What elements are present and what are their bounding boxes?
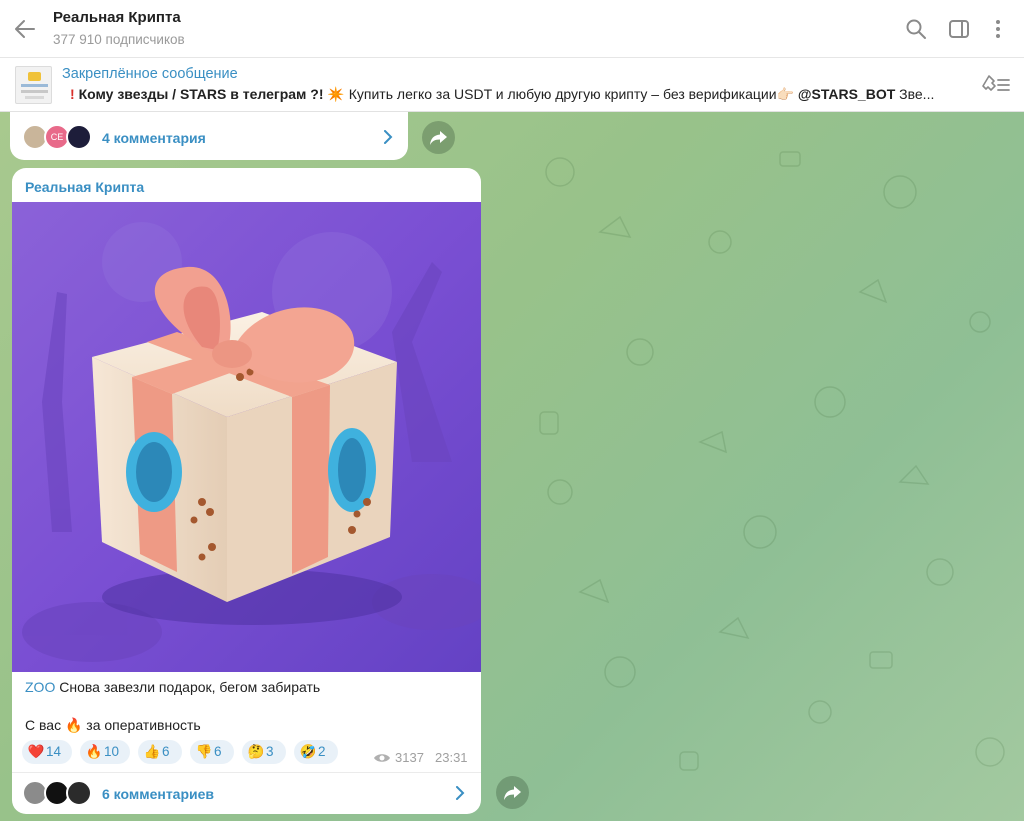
reaction-heart[interactable]: ❤️ 14 [22,740,72,764]
post-author[interactable]: Реальная Крипта [25,179,144,195]
post-image-gift-box[interactable] [12,202,481,672]
chat-header: Реальная Крипта 377 910 подписчиков [0,0,1024,58]
forward-button[interactable] [496,776,529,809]
channel-post: Реальная Крипта ZOO Снова завезли подаро… [12,168,481,814]
pinned-text-tail: Зве... [899,86,935,102]
view-count: 3137 [395,750,424,765]
pinned-text-bold: Кому звезды / STARS в телеграм ?! [78,86,324,102]
post-text-start: С вас [25,717,62,733]
heart-icon: ❤️ [27,744,45,759]
channel-title[interactable]: Реальная Крипта [53,9,181,26]
comments-link[interactable]: 4 комментария [102,130,206,146]
post-text: Снова завезли подарок, бегом забирать [59,679,321,695]
reaction-thumbs-down[interactable]: 👎 6 [190,740,234,764]
forward-button[interactable] [422,121,455,154]
thumbs-down-icon: 👎 [195,744,213,759]
pointing-hand-icon: 👉🏻 [776,86,794,102]
pinned-text[interactable]: ! Кому звезды / STARS в телеграм ?! ✴️ К… [70,86,965,103]
reaction-count: 6 [162,744,170,759]
fire-icon: 🔥 [85,744,103,759]
chevron-right-icon [456,786,465,800]
subscriber-count: 377 910 подписчиков [53,32,185,47]
chevron-right-icon [384,130,393,144]
reaction-count: 14 [46,744,62,759]
post-text-line2: С вас 🔥 за оперативность [25,717,201,734]
post-time: 23:31 [435,750,468,765]
pinned-title[interactable]: Закреплённое сообщение [62,66,238,82]
search-icon[interactable] [904,17,928,41]
reaction-fire[interactable]: 🔥 10 [80,740,130,764]
reaction-count: 6 [214,744,222,759]
comments-link[interactable]: 6 комментариев [102,786,214,802]
pinned-handle: @STARS_BOT [797,86,896,102]
commenter-avatar [66,780,92,806]
more-menu-icon[interactable] [986,17,1010,41]
purple-star-icon: ✴️ [327,86,345,102]
reaction-thinking[interactable]: 🤔 3 [242,740,286,764]
thumbs-up-icon: 👍 [143,744,161,759]
reaction-count: 3 [266,744,274,759]
forward-icon [430,131,447,145]
unpin-list-icon[interactable] [980,73,1012,95]
back-arrow-icon[interactable] [12,16,38,42]
fire-icon: 🔥 [64,717,83,733]
prev-message-comments[interactable]: CE 4 комментария [10,112,408,160]
pin-exclaim-icon: ! [70,86,75,102]
pinned-text-rest: Купить легко за USDT и любую другую крип… [348,86,777,102]
forward-icon [504,786,521,800]
post-text-line1: ZOO Снова завезли подарок, бегом забират… [25,679,320,695]
divider [12,772,481,773]
reaction-rofl[interactable]: 🤣 2 [294,740,338,764]
commenter-avatar [66,124,92,150]
reaction-thumbs-up[interactable]: 👍 6 [138,740,182,764]
post-text-end: за оперативность [86,717,201,733]
sidebar-toggle-icon[interactable] [947,17,971,41]
rofl-face-icon: 🤣 [299,744,317,759]
reaction-count: 2 [318,744,326,759]
reaction-count: 10 [104,744,120,759]
pinned-thumbnail [15,66,52,104]
views-eye-icon [374,754,390,762]
thinking-face-icon: 🤔 [247,744,265,759]
zoo-link[interactable]: ZOO [25,679,55,695]
